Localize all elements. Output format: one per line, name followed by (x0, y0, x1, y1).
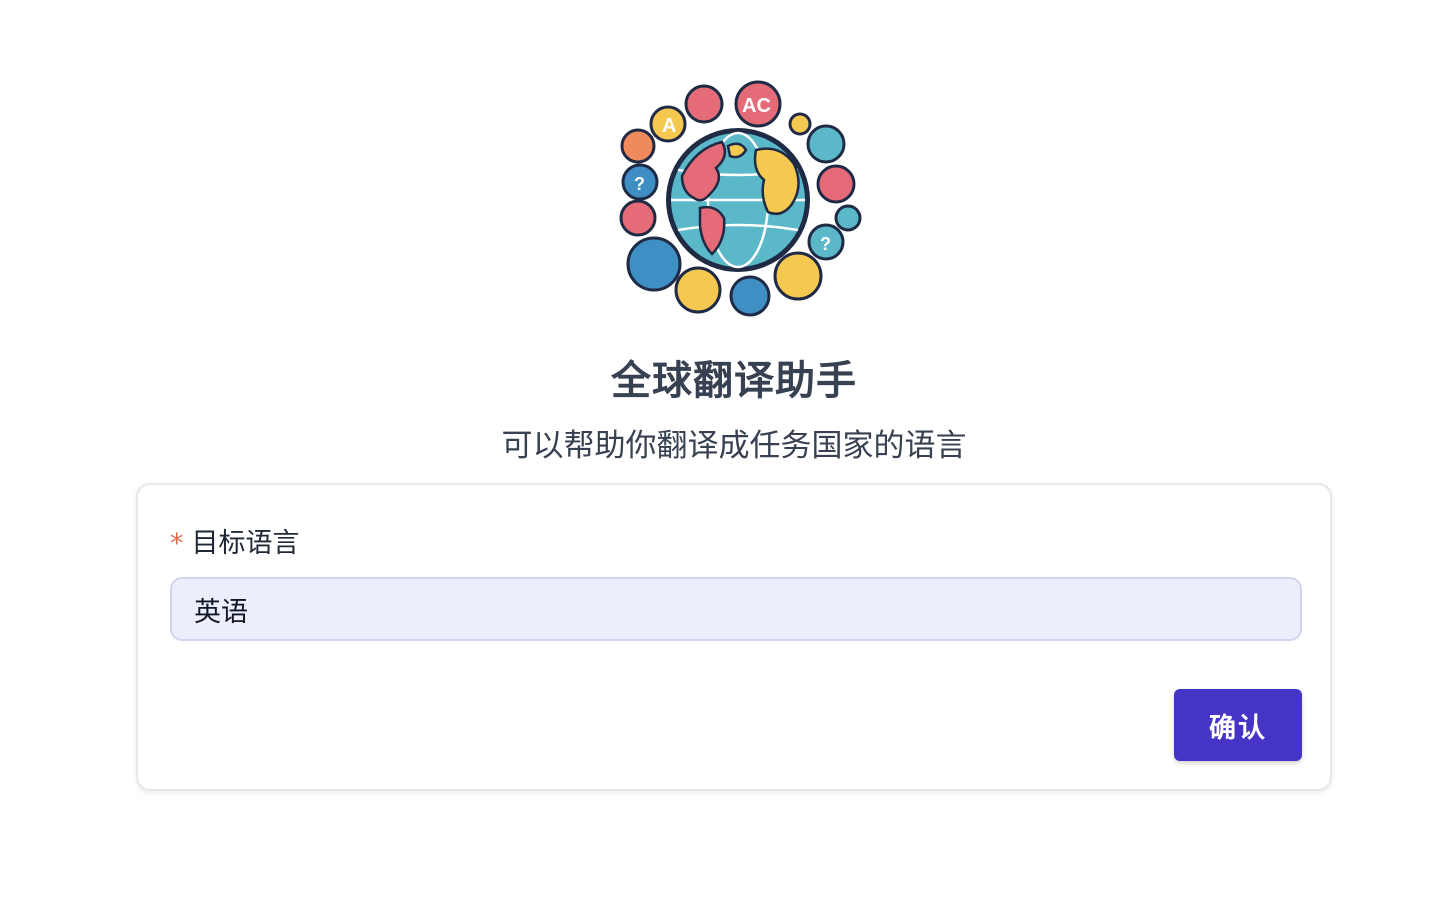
form-card: *目标语言 确认 (136, 483, 1332, 791)
globe-logo-icon: A AC ? ? (604, 76, 864, 326)
svg-text:AC: AC (742, 95, 771, 117)
target-language-label: * 目标语言 (170, 521, 300, 560)
target-language-input[interactable] (170, 577, 1302, 641)
required-marker: * (170, 528, 184, 559)
confirm-button[interactable]: 确认 (1174, 689, 1302, 761)
svg-text:A: A (662, 115, 676, 137)
app-page: A AC ? ? 全球翻译助手 可以帮助你翻译成任务国家的语言 * 目标语言 英… (0, 0, 1438, 912)
page-title: 全球翻译助手 (611, 358, 857, 404)
svg-text:?: ? (634, 174, 645, 194)
svg-text:?: ? (820, 234, 831, 254)
page-subtitle: 可以帮助你翻译成任务国家的语言 (501, 428, 967, 464)
field-label-text: 目标语言 (191, 528, 300, 559)
